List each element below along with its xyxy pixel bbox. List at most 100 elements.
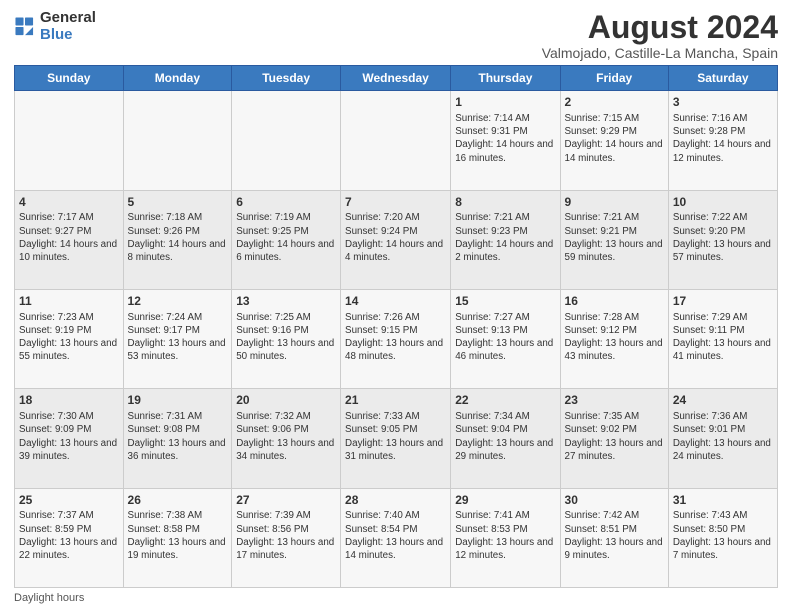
day-number: 2 — [565, 94, 664, 111]
day-number: 23 — [565, 392, 664, 409]
day-number: 19 — [128, 392, 228, 409]
day-content: Sunrise: 7:14 AM Sunset: 9:31 PM Dayligh… — [455, 112, 555, 165]
calendar-cell: 3Sunrise: 7:16 AM Sunset: 9:28 PM Daylig… — [668, 91, 777, 190]
calendar-cell: 9Sunrise: 7:21 AM Sunset: 9:21 PM Daylig… — [560, 190, 668, 289]
day-content: Sunrise: 7:25 AM Sunset: 9:16 PM Dayligh… — [236, 311, 336, 364]
calendar-cell: 5Sunrise: 7:18 AM Sunset: 9:26 PM Daylig… — [123, 190, 232, 289]
day-content: Sunrise: 7:26 AM Sunset: 9:15 PM Dayligh… — [345, 311, 446, 364]
day-number: 4 — [19, 194, 119, 211]
calendar-cell: 11Sunrise: 7:23 AM Sunset: 9:19 PM Dayli… — [15, 289, 124, 388]
day-number: 18 — [19, 392, 119, 409]
day-number: 10 — [673, 194, 773, 211]
calendar-cell — [341, 91, 451, 190]
day-number: 20 — [236, 392, 336, 409]
calendar-header-row: SundayMondayTuesdayWednesdayThursdayFrid… — [15, 66, 778, 91]
header-wednesday: Wednesday — [341, 66, 451, 91]
top-area: General Blue August 2024 Valmojado, Cast… — [14, 10, 778, 61]
calendar-table: SundayMondayTuesdayWednesdayThursdayFrid… — [14, 65, 778, 588]
day-content: Sunrise: 7:17 AM Sunset: 9:27 PM Dayligh… — [19, 211, 119, 264]
day-content: Sunrise: 7:34 AM Sunset: 9:04 PM Dayligh… — [455, 410, 555, 463]
day-content: Sunrise: 7:28 AM Sunset: 9:12 PM Dayligh… — [565, 311, 664, 364]
day-number: 13 — [236, 293, 336, 310]
day-number: 3 — [673, 94, 773, 111]
header-thursday: Thursday — [451, 66, 560, 91]
day-content: Sunrise: 7:39 AM Sunset: 8:56 PM Dayligh… — [236, 509, 336, 562]
day-content: Sunrise: 7:20 AM Sunset: 9:24 PM Dayligh… — [345, 211, 446, 264]
page: General Blue August 2024 Valmojado, Cast… — [0, 0, 792, 612]
day-number: 29 — [455, 492, 555, 509]
week-row-3: 11Sunrise: 7:23 AM Sunset: 9:19 PM Dayli… — [15, 289, 778, 388]
logo-blue: Blue — [40, 27, 96, 44]
calendar-cell — [232, 91, 341, 190]
calendar-cell: 2Sunrise: 7:15 AM Sunset: 9:29 PM Daylig… — [560, 91, 668, 190]
day-content: Sunrise: 7:30 AM Sunset: 9:09 PM Dayligh… — [19, 410, 119, 463]
logo-area: General Blue — [14, 10, 96, 43]
day-number: 22 — [455, 392, 555, 409]
day-number: 27 — [236, 492, 336, 509]
day-number: 21 — [345, 392, 446, 409]
day-number: 26 — [128, 492, 228, 509]
week-row-5: 25Sunrise: 7:37 AM Sunset: 8:59 PM Dayli… — [15, 488, 778, 587]
footer-note: Daylight hours — [14, 592, 778, 604]
day-number: 24 — [673, 392, 773, 409]
day-content: Sunrise: 7:41 AM Sunset: 8:53 PM Dayligh… — [455, 509, 555, 562]
day-number: 15 — [455, 293, 555, 310]
calendar-cell: 10Sunrise: 7:22 AM Sunset: 9:20 PM Dayli… — [668, 190, 777, 289]
calendar-cell: 29Sunrise: 7:41 AM Sunset: 8:53 PM Dayli… — [451, 488, 560, 587]
calendar-cell: 13Sunrise: 7:25 AM Sunset: 9:16 PM Dayli… — [232, 289, 341, 388]
day-number: 17 — [673, 293, 773, 310]
day-content: Sunrise: 7:40 AM Sunset: 8:54 PM Dayligh… — [345, 509, 446, 562]
day-number: 7 — [345, 194, 446, 211]
day-content: Sunrise: 7:18 AM Sunset: 9:26 PM Dayligh… — [128, 211, 228, 264]
day-content: Sunrise: 7:43 AM Sunset: 8:50 PM Dayligh… — [673, 509, 773, 562]
day-content: Sunrise: 7:35 AM Sunset: 9:02 PM Dayligh… — [565, 410, 664, 463]
day-content: Sunrise: 7:29 AM Sunset: 9:11 PM Dayligh… — [673, 311, 773, 364]
calendar-subtitle: Valmojado, Castille-La Mancha, Spain — [542, 45, 778, 61]
calendar-cell: 23Sunrise: 7:35 AM Sunset: 9:02 PM Dayli… — [560, 389, 668, 488]
day-content: Sunrise: 7:33 AM Sunset: 9:05 PM Dayligh… — [345, 410, 446, 463]
calendar-cell: 27Sunrise: 7:39 AM Sunset: 8:56 PM Dayli… — [232, 488, 341, 587]
day-number: 14 — [345, 293, 446, 310]
calendar-cell: 15Sunrise: 7:27 AM Sunset: 9:13 PM Dayli… — [451, 289, 560, 388]
day-content: Sunrise: 7:24 AM Sunset: 9:17 PM Dayligh… — [128, 311, 228, 364]
day-number: 30 — [565, 492, 664, 509]
calendar-cell: 4Sunrise: 7:17 AM Sunset: 9:27 PM Daylig… — [15, 190, 124, 289]
calendar-cell — [123, 91, 232, 190]
day-content: Sunrise: 7:32 AM Sunset: 9:06 PM Dayligh… — [236, 410, 336, 463]
day-number: 16 — [565, 293, 664, 310]
title-area: August 2024 Valmojado, Castille-La Manch… — [542, 10, 778, 61]
day-content: Sunrise: 7:22 AM Sunset: 9:20 PM Dayligh… — [673, 211, 773, 264]
logo-general: General — [40, 10, 96, 27]
logo-text: General Blue — [40, 10, 96, 43]
day-number: 11 — [19, 293, 119, 310]
calendar-cell: 18Sunrise: 7:30 AM Sunset: 9:09 PM Dayli… — [15, 389, 124, 488]
header-friday: Friday — [560, 66, 668, 91]
calendar-cell: 21Sunrise: 7:33 AM Sunset: 9:05 PM Dayli… — [341, 389, 451, 488]
day-number: 1 — [455, 94, 555, 111]
day-content: Sunrise: 7:21 AM Sunset: 9:23 PM Dayligh… — [455, 211, 555, 264]
day-number: 28 — [345, 492, 446, 509]
header-tuesday: Tuesday — [232, 66, 341, 91]
calendar-cell: 25Sunrise: 7:37 AM Sunset: 8:59 PM Dayli… — [15, 488, 124, 587]
day-content: Sunrise: 7:23 AM Sunset: 9:19 PM Dayligh… — [19, 311, 119, 364]
day-content: Sunrise: 7:21 AM Sunset: 9:21 PM Dayligh… — [565, 211, 664, 264]
day-number: 9 — [565, 194, 664, 211]
calendar-cell: 22Sunrise: 7:34 AM Sunset: 9:04 PM Dayli… — [451, 389, 560, 488]
calendar-cell: 1Sunrise: 7:14 AM Sunset: 9:31 PM Daylig… — [451, 91, 560, 190]
calendar-cell: 19Sunrise: 7:31 AM Sunset: 9:08 PM Dayli… — [123, 389, 232, 488]
day-number: 8 — [455, 194, 555, 211]
calendar-cell: 24Sunrise: 7:36 AM Sunset: 9:01 PM Dayli… — [668, 389, 777, 488]
calendar-cell: 12Sunrise: 7:24 AM Sunset: 9:17 PM Dayli… — [123, 289, 232, 388]
day-content: Sunrise: 7:27 AM Sunset: 9:13 PM Dayligh… — [455, 311, 555, 364]
day-content: Sunrise: 7:19 AM Sunset: 9:25 PM Dayligh… — [236, 211, 336, 264]
day-content: Sunrise: 7:15 AM Sunset: 9:29 PM Dayligh… — [565, 112, 664, 165]
header-saturday: Saturday — [668, 66, 777, 91]
day-number: 25 — [19, 492, 119, 509]
day-content: Sunrise: 7:36 AM Sunset: 9:01 PM Dayligh… — [673, 410, 773, 463]
calendar-cell: 7Sunrise: 7:20 AM Sunset: 9:24 PM Daylig… — [341, 190, 451, 289]
calendar-cell: 16Sunrise: 7:28 AM Sunset: 9:12 PM Dayli… — [560, 289, 668, 388]
calendar-cell: 20Sunrise: 7:32 AM Sunset: 9:06 PM Dayli… — [232, 389, 341, 488]
header-sunday: Sunday — [15, 66, 124, 91]
calendar-cell: 26Sunrise: 7:38 AM Sunset: 8:58 PM Dayli… — [123, 488, 232, 587]
calendar-cell: 17Sunrise: 7:29 AM Sunset: 9:11 PM Dayli… — [668, 289, 777, 388]
